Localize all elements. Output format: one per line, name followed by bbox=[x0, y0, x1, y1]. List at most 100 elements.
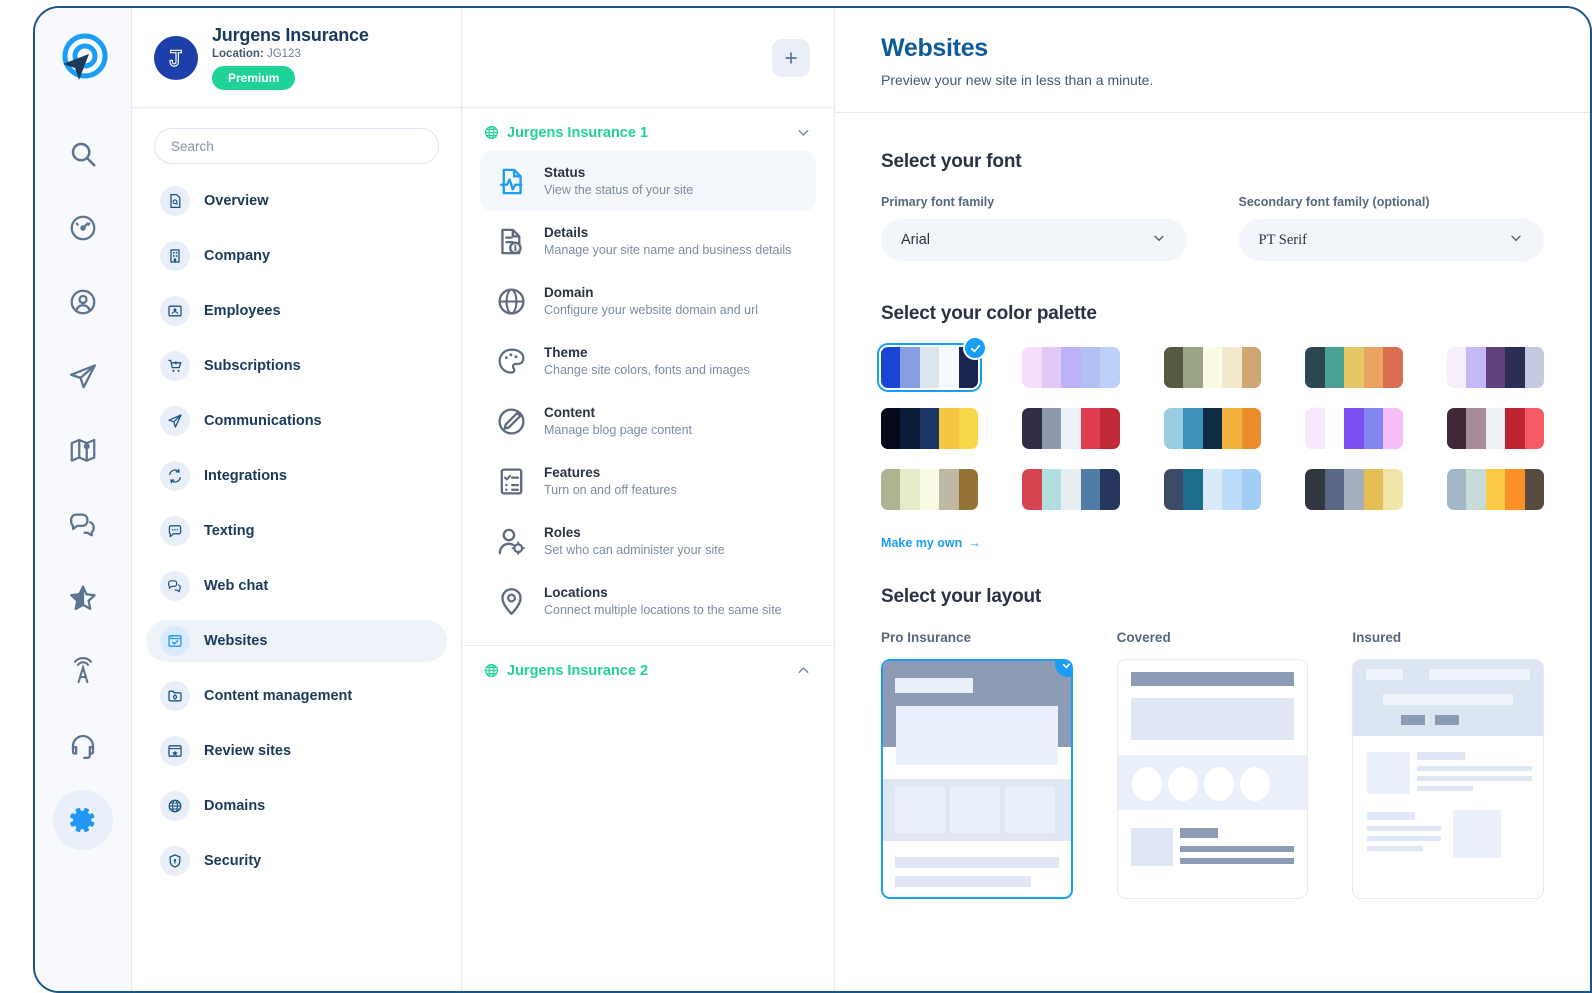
star-icon[interactable] bbox=[53, 568, 113, 628]
site-item-theme[interactable]: Theme Change site colors, fonts and image… bbox=[480, 331, 816, 391]
palette-swatch bbox=[1305, 347, 1325, 388]
shield-icon bbox=[160, 846, 190, 876]
palette-charcoal-gold[interactable] bbox=[1305, 469, 1403, 510]
sidebar-item-overview[interactable]: Overview bbox=[146, 180, 447, 222]
secondary-font-field: Secondary font family (optional) PT Seri… bbox=[1238, 195, 1544, 261]
palette-swatch bbox=[900, 469, 920, 510]
palette-blue-navy[interactable] bbox=[876, 336, 988, 392]
arrow-right-icon: → bbox=[968, 536, 981, 550]
site-item-locations[interactable]: Locations Connect multiple locations to t… bbox=[480, 571, 816, 631]
sidebar-item-websites[interactable]: Websites bbox=[146, 620, 447, 662]
employees-icon bbox=[160, 296, 190, 326]
palette-swatch bbox=[881, 408, 901, 449]
palette-steel-orange[interactable] bbox=[1446, 469, 1544, 510]
primary-font-select[interactable]: Arial bbox=[881, 219, 1187, 261]
sidebar-item-texting[interactable]: Texting bbox=[146, 510, 447, 552]
chevron-up-icon[interactable] bbox=[795, 662, 812, 679]
palette-swatch bbox=[1022, 347, 1042, 388]
search-input[interactable] bbox=[154, 128, 439, 164]
palette-teal-terracotta[interactable] bbox=[1305, 347, 1403, 388]
chat-icon[interactable] bbox=[53, 494, 113, 554]
palette-lilac-pastel[interactable] bbox=[1022, 347, 1120, 388]
palette-swatch bbox=[1363, 469, 1384, 510]
palette-swatch bbox=[1183, 469, 1203, 510]
site-item-subtitle: Manage your site name and business detai… bbox=[544, 243, 792, 257]
sidebar-item-employees[interactable]: Employees bbox=[146, 290, 447, 332]
site-item-status[interactable]: Status View the status of your site bbox=[480, 151, 816, 211]
map-icon[interactable] bbox=[53, 420, 113, 480]
palette-swatches bbox=[1163, 347, 1262, 388]
app-logo[interactable] bbox=[55, 30, 111, 86]
palette-navy-sky[interactable] bbox=[1163, 469, 1262, 510]
palette-swatch bbox=[1466, 469, 1486, 510]
site-group-header[interactable]: Jurgens Insurance 2 bbox=[462, 646, 834, 689]
chevron-down-icon[interactable] bbox=[795, 124, 812, 141]
file-info-icon bbox=[494, 226, 528, 257]
sidebar-item-domains[interactable]: Domains bbox=[146, 785, 447, 827]
secondary-font-value: PT Serif bbox=[1258, 231, 1307, 248]
make-my-own-link[interactable]: Make my own → bbox=[881, 536, 981, 550]
palette-midnight-gold[interactable] bbox=[881, 408, 979, 449]
sidebar-item-subscriptions[interactable]: Subscriptions bbox=[146, 345, 447, 387]
chat-bubbles-icon bbox=[160, 571, 190, 601]
site-group-title: Jurgens Insurance 2 bbox=[507, 662, 649, 679]
palette-swatch bbox=[900, 347, 920, 388]
site-item-content[interactable]: Content Manage blog page content bbox=[480, 391, 816, 451]
send-icon[interactable] bbox=[53, 346, 113, 406]
palette-swatch bbox=[1061, 347, 1081, 388]
sidebar-item-web-chat[interactable]: Web chat bbox=[146, 565, 447, 607]
palette-swatch bbox=[1183, 347, 1203, 388]
palette-lavender-pop[interactable] bbox=[1305, 408, 1403, 449]
sidebar-item-integrations[interactable]: Integrations bbox=[146, 455, 447, 497]
palette-swatch bbox=[1383, 408, 1403, 449]
palette-slate-crimson[interactable] bbox=[1022, 408, 1120, 449]
palette-swatch bbox=[1022, 408, 1042, 449]
palette-olive-sand[interactable] bbox=[1163, 347, 1262, 388]
nav-list: Overview Company Employees Subscriptions Com… bbox=[132, 172, 461, 903]
sidebar-item-label: Content management bbox=[204, 688, 353, 704]
dashboard-icon[interactable] bbox=[53, 198, 113, 258]
broadcast-icon[interactable] bbox=[53, 642, 113, 702]
palette-swatch bbox=[1305, 408, 1325, 449]
site-item-roles[interactable]: Roles Set who can administer your site bbox=[480, 511, 816, 571]
palette-red-steel[interactable] bbox=[1022, 469, 1120, 510]
site-item-features[interactable]: Features Turn on and off features bbox=[480, 451, 816, 511]
sidebar-item-security[interactable]: Security bbox=[146, 840, 447, 882]
layout-thumbnail[interactable] bbox=[881, 659, 1073, 899]
site-item-domain[interactable]: Domain Configure your website domain and … bbox=[480, 271, 816, 331]
palette-swatch bbox=[1241, 408, 1262, 449]
palette-plum-red[interactable] bbox=[1446, 408, 1544, 449]
map-pin-icon bbox=[494, 586, 528, 617]
sidebar-item-company[interactable]: Company bbox=[146, 235, 447, 277]
search-container bbox=[132, 108, 461, 172]
org-location-value: JG123 bbox=[266, 48, 301, 60]
sidebar-item-label: Overview bbox=[204, 193, 269, 209]
palette-swatch bbox=[939, 347, 959, 388]
site-item-details[interactable]: Details Manage your site name and busines… bbox=[480, 211, 816, 271]
settings-gear-icon[interactable] bbox=[53, 790, 113, 850]
site-panel-toolbar bbox=[462, 8, 834, 108]
palette-swatches bbox=[1446, 408, 1544, 449]
sidebar-item-content-management[interactable]: Content management bbox=[146, 675, 447, 717]
sidebar-item-communications[interactable]: Communications bbox=[146, 400, 447, 442]
sidebar-item-review-sites[interactable]: Review sites bbox=[146, 730, 447, 772]
add-site-button[interactable] bbox=[772, 38, 810, 77]
layout-thumbnail[interactable] bbox=[1352, 659, 1545, 899]
palette-swatch bbox=[1222, 347, 1242, 388]
contacts-icon[interactable] bbox=[53, 272, 113, 332]
site-group-header[interactable]: Jurgens Insurance 1 bbox=[462, 108, 834, 151]
palette-violet-ice[interactable] bbox=[1446, 347, 1544, 388]
palette-sage-wheat[interactable] bbox=[881, 469, 979, 510]
search-icon[interactable] bbox=[53, 124, 113, 184]
building-icon bbox=[160, 241, 190, 271]
secondary-font-select[interactable]: PT Serif bbox=[1238, 219, 1544, 261]
palette-swatch bbox=[1446, 408, 1467, 449]
palette-sky-amber[interactable] bbox=[1163, 408, 1262, 449]
layout-thumbnail[interactable] bbox=[1116, 659, 1309, 899]
site-item-subtitle: Set who can administer your site bbox=[544, 543, 725, 557]
support-icon[interactable] bbox=[53, 716, 113, 776]
palette-swatch bbox=[881, 469, 901, 510]
palette-swatch bbox=[1080, 347, 1101, 388]
site-item-title: Locations bbox=[544, 585, 608, 600]
avatar bbox=[154, 35, 198, 80]
